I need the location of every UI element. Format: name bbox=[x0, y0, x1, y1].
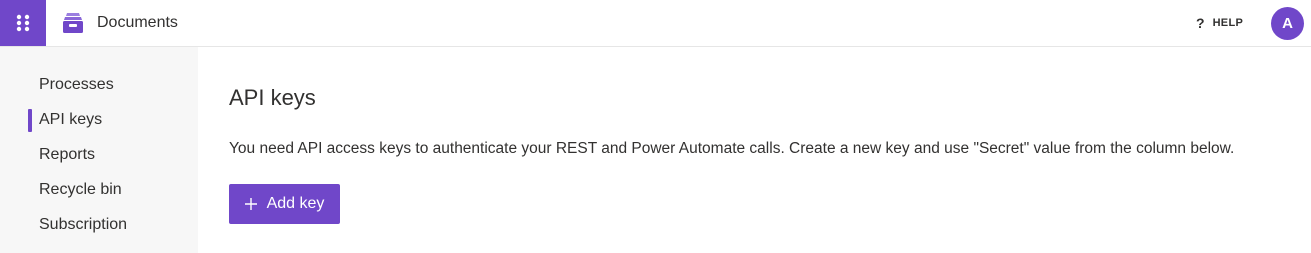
add-key-button[interactable]: Add key bbox=[229, 184, 340, 224]
main-content: API keys You need API access keys to aut… bbox=[198, 47, 1311, 253]
sidebar-item-label: API keys bbox=[39, 111, 103, 128]
help-icon: ? bbox=[1196, 15, 1205, 31]
sidebar-item-label: Reports bbox=[39, 146, 96, 163]
sidebar-item-label: Recycle bin bbox=[39, 181, 122, 198]
top-bar: Documents ? HELP A bbox=[0, 0, 1311, 47]
active-indicator bbox=[28, 109, 32, 132]
plus-icon bbox=[244, 198, 257, 210]
help-label: HELP bbox=[1212, 17, 1244, 29]
user-avatar[interactable]: A bbox=[1271, 7, 1304, 40]
help-button[interactable]: ? HELP bbox=[1196, 16, 1243, 30]
sidebar-item-recycle-bin[interactable]: Recycle bin bbox=[0, 176, 198, 206]
sidebar-item-label: Processes bbox=[39, 76, 114, 93]
archive-box-icon bbox=[63, 13, 83, 33]
page-description: You need API access keys to authenticate… bbox=[229, 140, 1235, 157]
sidebar: Processes API keys Reports Recycle bin S… bbox=[0, 47, 198, 253]
sidebar-item-subscription[interactable]: Subscription bbox=[0, 211, 198, 241]
app-title: Documents bbox=[97, 14, 178, 31]
app-launcher-icon bbox=[16, 14, 30, 32]
sidebar-item-label: Subscription bbox=[39, 216, 128, 233]
sidebar-item-processes[interactable]: Processes bbox=[0, 71, 198, 101]
app-launcher-button[interactable] bbox=[0, 0, 46, 46]
page-title: API keys bbox=[229, 85, 316, 110]
sidebar-item-reports[interactable]: Reports bbox=[0, 141, 198, 171]
add-key-label: Add key bbox=[266, 195, 325, 212]
sidebar-item-api-keys[interactable]: API keys bbox=[0, 106, 198, 136]
